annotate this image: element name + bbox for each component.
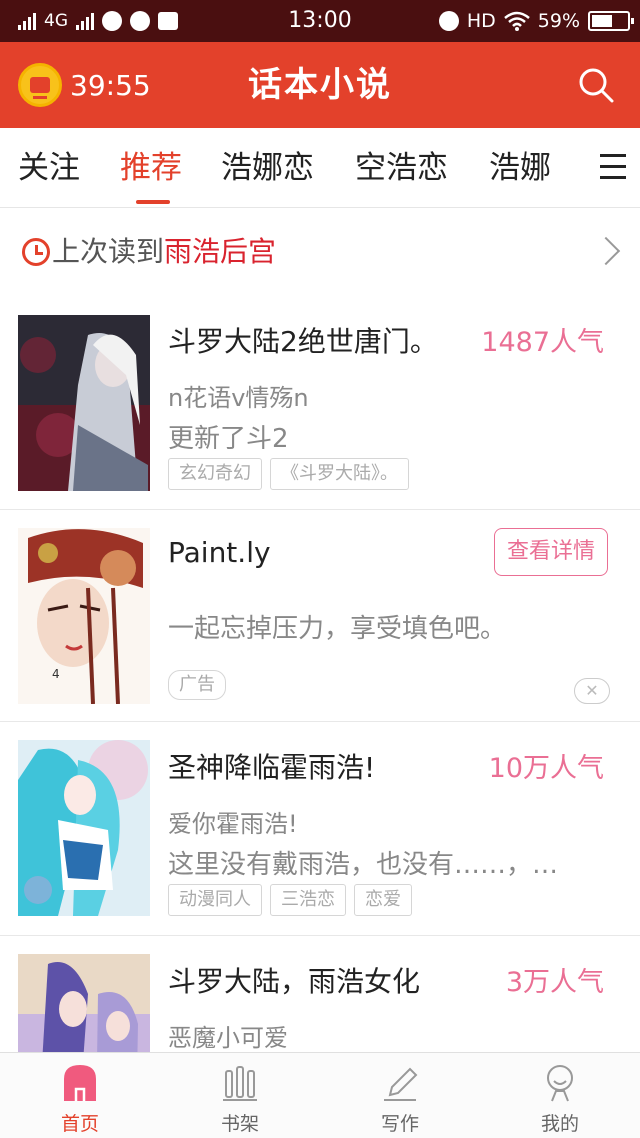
tab-konghao-love[interactable]: 空浩恋 <box>355 128 448 208</box>
nav-label: 首页 <box>60 1113 99 1135</box>
wifi-icon <box>503 11 530 31</box>
book-cover[interactable] <box>18 740 150 916</box>
status-bar: 4G 13:00 HD 59% <box>0 0 640 42</box>
app-header: 39:55 话本小说 <box>0 42 640 128</box>
ad-title[interactable]: Paint.ly <box>168 536 271 569</box>
chevron-right-icon <box>591 236 621 266</box>
close-ad-icon[interactable]: ✕ <box>574 678 610 704</box>
view-details-button[interactable]: 查看详情 <box>494 528 608 576</box>
book-author[interactable]: 爱你霍雨浩! <box>168 804 298 839</box>
tag-row: 动漫同人 三浩恋 恋爱 <box>168 884 412 916</box>
tag[interactable]: 三浩恋 <box>270 884 346 916</box>
book-description: 更新了斗2 <box>168 424 289 454</box>
popularity: 10万人气 <box>488 753 604 784</box>
tag[interactable]: 动漫同人 <box>168 884 262 916</box>
book-title[interactable]: 斗罗大陆，雨浩女化 <box>168 960 420 1000</box>
ad-badge: 广告 <box>168 670 226 700</box>
last-read-book[interactable]: 雨浩后宫 <box>164 235 276 268</box>
book-title[interactable]: 斗罗大陆2绝世唐门。 <box>168 320 438 360</box>
bottom-nav: 首页 书架 写作 我的 <box>0 1052 640 1138</box>
battery-fill <box>592 15 613 27</box>
ad-item[interactable]: 4 Paint.ly 查看详情 一起忘掉压力，享受填色吧。 广告 ✕ <box>0 510 640 722</box>
last-read-bar[interactable]: 上次读到雨浩后宫 <box>0 210 640 298</box>
active-tab-indicator <box>136 200 170 204</box>
tab-haona-love[interactable]: 浩娜恋 <box>221 128 314 208</box>
pencil-icon <box>384 1067 418 1101</box>
nav-label: 书架 <box>220 1113 259 1135</box>
list-item[interactable]: 斗罗大陆2绝世唐门。 1487人气 n花语v情殇n 更新了斗2 玄幻奇幻 《斗罗… <box>0 298 640 510</box>
ad-description: 一起忘掉压力，享受填色吧。 <box>168 614 507 644</box>
book-description: 这里没有戴雨浩，也没有……，… <box>168 850 559 880</box>
list-item[interactable]: 圣神降临霍雨浩! 10万人气 爱你霍雨浩! 这里没有戴雨浩，也没有……，… 动漫… <box>0 722 640 936</box>
book-cover[interactable] <box>18 315 150 491</box>
battery-icon <box>588 11 634 31</box>
book-author[interactable]: n花语v情殇n <box>168 378 309 413</box>
nav-bookshelf[interactable]: 书架 <box>160 1053 320 1138</box>
nav-profile[interactable]: 我的 <box>480 1053 640 1138</box>
status-right: HD 59% <box>438 0 634 42</box>
tag[interactable]: 玄幻奇幻 <box>168 458 262 490</box>
last-read-text: 上次读到雨浩后宫 <box>52 230 276 274</box>
bookshelf-icon <box>223 1066 257 1101</box>
tag-row: 玄幻奇幻 《斗罗大陆》。 <box>168 458 409 490</box>
list-item[interactable]: 斗罗大陆，雨浩女化 3万人气 恶魔小可爱 <box>0 936 640 1052</box>
battery-percent: 59% <box>537 10 580 32</box>
nav-label: 我的 <box>540 1113 579 1135</box>
alarm-clock-icon <box>438 11 459 31</box>
svg-text:4: 4 <box>52 667 60 681</box>
category-tabs: 关注 推荐 浩娜恋 空浩恋 浩娜 <box>0 128 640 208</box>
popularity: 3万人气 <box>505 967 604 998</box>
popularity: 1487人气 <box>481 327 604 358</box>
book-cover[interactable] <box>18 954 150 1052</box>
tab-follow[interactable]: 关注 <box>18 128 80 208</box>
tab-recommend[interactable]: 推荐 <box>120 128 182 208</box>
profile-icon <box>547 1065 573 1102</box>
app-title: 话本小说 <box>248 65 392 105</box>
book-title[interactable]: 圣神降临霍雨浩! <box>168 746 375 786</box>
tab-haona[interactable]: 浩娜 <box>489 128 551 208</box>
last-read-prefix: 上次读到 <box>52 235 165 268</box>
clock-icon <box>22 238 50 266</box>
search-icon[interactable] <box>578 67 614 103</box>
tag[interactable]: 恋爱 <box>354 884 412 916</box>
nav-home[interactable]: 首页 <box>0 1053 160 1138</box>
home-icon <box>64 1065 96 1101</box>
nav-label: 写作 <box>380 1113 419 1135</box>
tab-menu-icon[interactable] <box>596 154 626 180</box>
hd-label: HD <box>466 10 496 32</box>
nav-write[interactable]: 写作 <box>320 1053 480 1138</box>
book-author[interactable]: 恶魔小可爱 <box>168 1018 288 1052</box>
tag[interactable]: 《斗罗大陆》。 <box>270 458 409 490</box>
ad-cover[interactable]: 4 <box>18 528 150 704</box>
